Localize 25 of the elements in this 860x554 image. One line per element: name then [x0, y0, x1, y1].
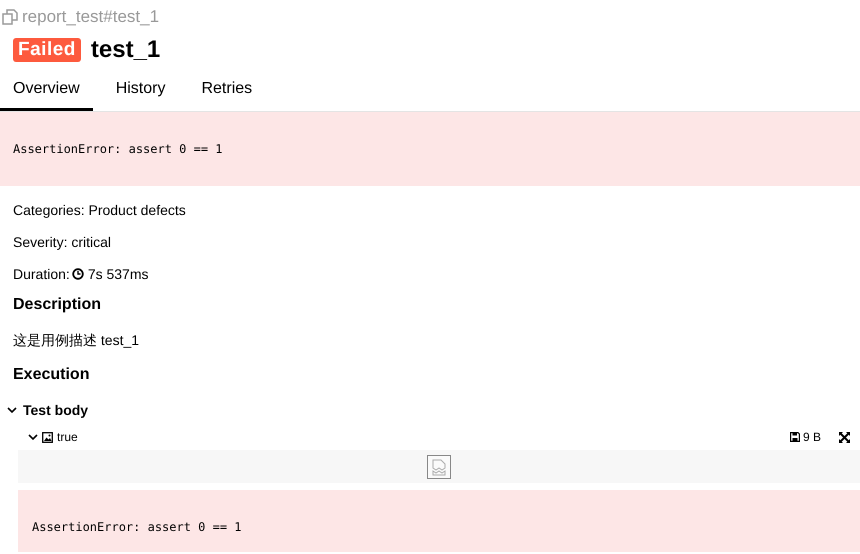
- tab[interactable]: Retries: [188, 72, 266, 111]
- test-title: test_1: [90, 36, 160, 64]
- attachment-size: 9 B: [802, 430, 821, 444]
- broken-image-icon: [427, 454, 451, 478]
- expand-icon[interactable]: [839, 432, 850, 442]
- error-message: AssertionError: assert 0 == 1: [18, 490, 860, 552]
- error-message: AssertionError: assert 0 == 1: [0, 112, 860, 186]
- field-label: Duration:: [13, 266, 70, 282]
- description-text: 这是用例描述 test_1: [13, 332, 140, 350]
- tab[interactable]: History: [102, 72, 178, 111]
- status-badge: Failed: [13, 38, 81, 62]
- field-text: Categories: Product defects: [13, 202, 186, 218]
- step-name[interactable]: Test body: [23, 402, 88, 418]
- field-text: Severity: critical: [13, 234, 112, 250]
- duration-value: 7s 537ms: [88, 266, 149, 282]
- section-heading: Description: [12, 296, 102, 314]
- clock-icon: [72, 268, 84, 280]
- copy-icon[interactable]: [2, 9, 18, 25]
- test-path: report_test#test_1: [22, 7, 160, 27]
- attachment-name[interactable]: true: [57, 430, 78, 444]
- save-icon: [790, 432, 800, 442]
- section-heading: Execution: [12, 366, 90, 384]
- chevron-icon[interactable]: [28, 432, 38, 442]
- chevron-icon[interactable]: [7, 405, 17, 415]
- image-icon: [42, 432, 53, 442]
